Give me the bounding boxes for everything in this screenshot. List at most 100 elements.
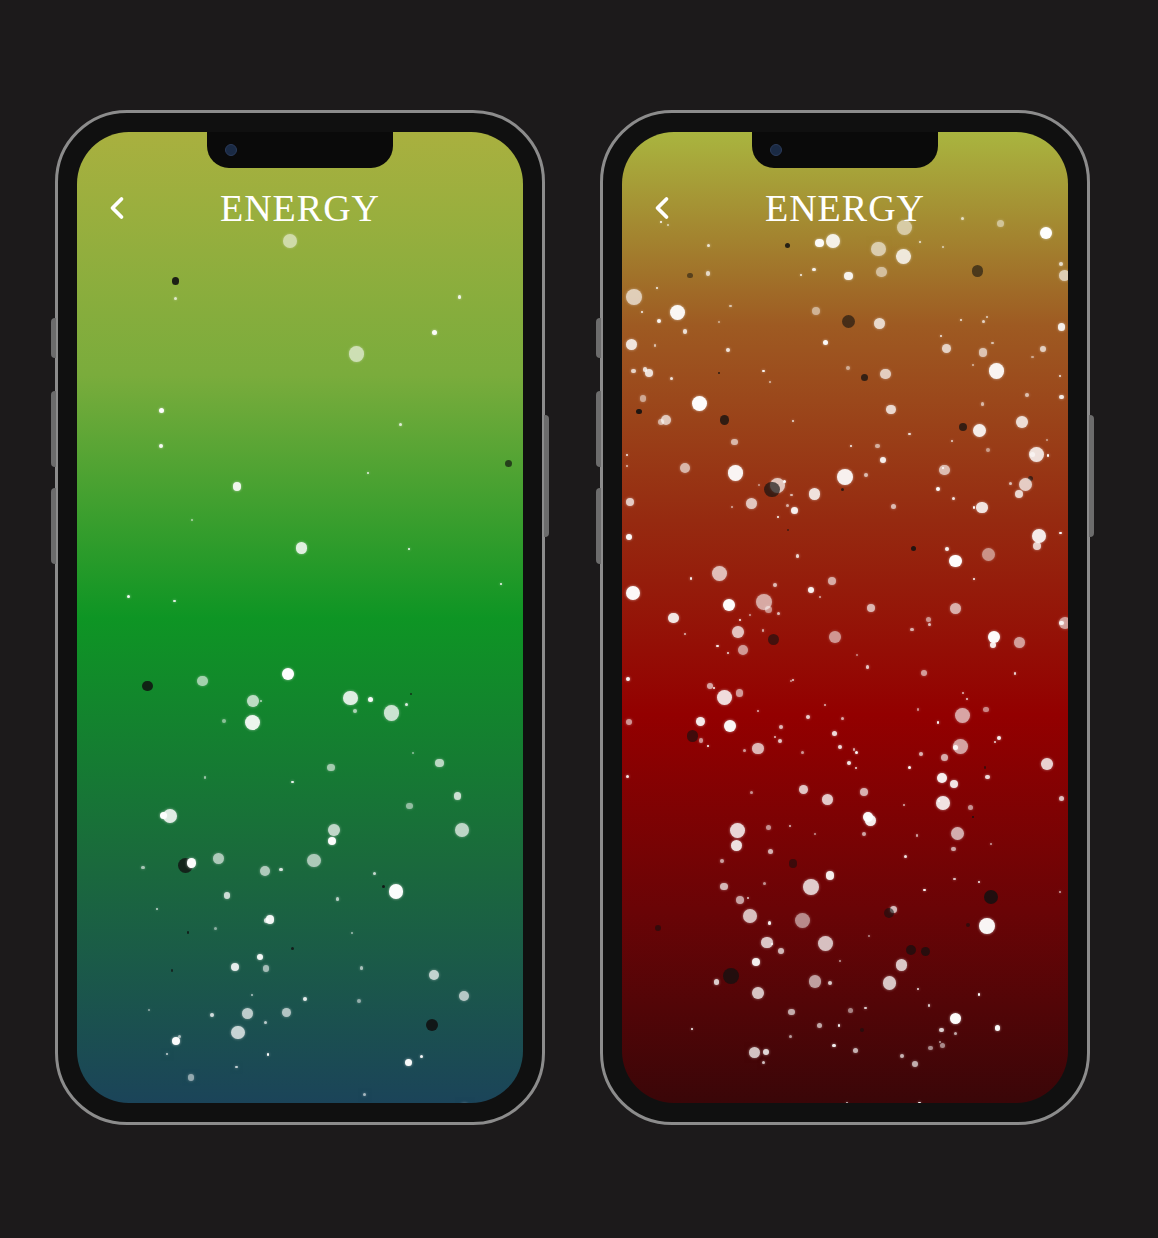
particle bbox=[373, 872, 376, 875]
particle bbox=[1015, 490, 1023, 498]
particle bbox=[855, 751, 857, 753]
particle bbox=[981, 402, 984, 405]
particle bbox=[838, 745, 842, 749]
particle bbox=[726, 348, 730, 352]
particle bbox=[291, 947, 294, 950]
particle bbox=[723, 968, 739, 984]
particle bbox=[713, 687, 715, 689]
back-button[interactable] bbox=[644, 190, 680, 226]
particle bbox=[867, 604, 875, 612]
particle bbox=[382, 885, 385, 888]
particle bbox=[986, 448, 990, 452]
particle bbox=[791, 507, 798, 514]
particle bbox=[328, 824, 340, 836]
particle bbox=[911, 546, 916, 551]
particle bbox=[351, 932, 353, 934]
particle bbox=[896, 959, 907, 970]
particle bbox=[844, 272, 852, 280]
volume-up-button bbox=[596, 391, 601, 467]
particle bbox=[743, 749, 745, 751]
particle bbox=[1058, 323, 1066, 331]
particle bbox=[197, 676, 208, 687]
particle bbox=[279, 868, 283, 872]
particle bbox=[636, 409, 641, 414]
particle bbox=[455, 823, 469, 837]
header: ENERGY bbox=[622, 184, 1068, 232]
particle bbox=[792, 420, 794, 422]
particle bbox=[172, 1037, 180, 1045]
particle bbox=[222, 719, 226, 723]
particle bbox=[724, 720, 736, 732]
particle bbox=[841, 488, 843, 490]
particle bbox=[687, 273, 693, 279]
particle bbox=[1059, 395, 1064, 400]
particle bbox=[349, 346, 364, 361]
particle bbox=[687, 730, 699, 742]
phone: ENERGY bbox=[600, 110, 1090, 1125]
particle bbox=[789, 859, 797, 867]
particle bbox=[955, 708, 970, 723]
particle bbox=[224, 892, 231, 899]
particle bbox=[159, 444, 164, 449]
back-button[interactable] bbox=[99, 190, 135, 226]
particle bbox=[707, 745, 709, 747]
particle bbox=[853, 748, 856, 751]
particle bbox=[763, 1049, 769, 1055]
particle bbox=[891, 504, 896, 509]
particle bbox=[815, 239, 823, 247]
volume-down-button bbox=[596, 488, 601, 564]
particle bbox=[910, 628, 914, 632]
particle bbox=[765, 606, 772, 613]
particle bbox=[166, 1053, 168, 1055]
volume-down-button bbox=[51, 488, 56, 564]
particle bbox=[941, 754, 949, 762]
particle bbox=[828, 981, 832, 985]
particle bbox=[127, 595, 130, 598]
particle bbox=[360, 966, 363, 969]
particle bbox=[1059, 270, 1068, 281]
particle bbox=[819, 596, 821, 598]
particle bbox=[141, 866, 145, 870]
particle bbox=[855, 767, 857, 769]
particle bbox=[670, 305, 684, 319]
particle bbox=[875, 444, 880, 449]
particle bbox=[731, 439, 738, 446]
particle bbox=[866, 665, 869, 668]
particle bbox=[768, 921, 771, 924]
particle bbox=[353, 709, 357, 713]
particle bbox=[684, 633, 686, 635]
particle bbox=[235, 1066, 237, 1068]
screen: ENERGY bbox=[77, 132, 523, 1103]
particle bbox=[918, 1102, 921, 1104]
particle bbox=[328, 837, 336, 845]
particle bbox=[1059, 621, 1063, 625]
particle bbox=[778, 948, 784, 954]
particle bbox=[657, 319, 661, 323]
particle bbox=[763, 882, 765, 884]
particle bbox=[1014, 637, 1025, 648]
particle bbox=[191, 519, 193, 521]
particle bbox=[727, 652, 729, 654]
particle bbox=[982, 320, 985, 323]
particle bbox=[631, 369, 635, 373]
particle bbox=[774, 736, 776, 738]
particle bbox=[979, 918, 995, 934]
particle bbox=[720, 415, 729, 424]
particle bbox=[800, 274, 802, 276]
particle bbox=[1047, 454, 1049, 456]
particle bbox=[842, 315, 855, 328]
particle bbox=[399, 423, 402, 426]
particle bbox=[777, 516, 779, 518]
particle bbox=[172, 277, 180, 285]
particle bbox=[363, 1093, 366, 1096]
particle bbox=[982, 548, 995, 561]
particle bbox=[405, 1059, 412, 1066]
particle bbox=[928, 1004, 931, 1007]
particle bbox=[214, 927, 217, 930]
particle bbox=[1059, 796, 1064, 801]
particle bbox=[904, 855, 907, 858]
particle bbox=[936, 487, 940, 491]
particle bbox=[940, 1043, 945, 1048]
particle bbox=[883, 976, 896, 989]
particle bbox=[282, 668, 294, 680]
